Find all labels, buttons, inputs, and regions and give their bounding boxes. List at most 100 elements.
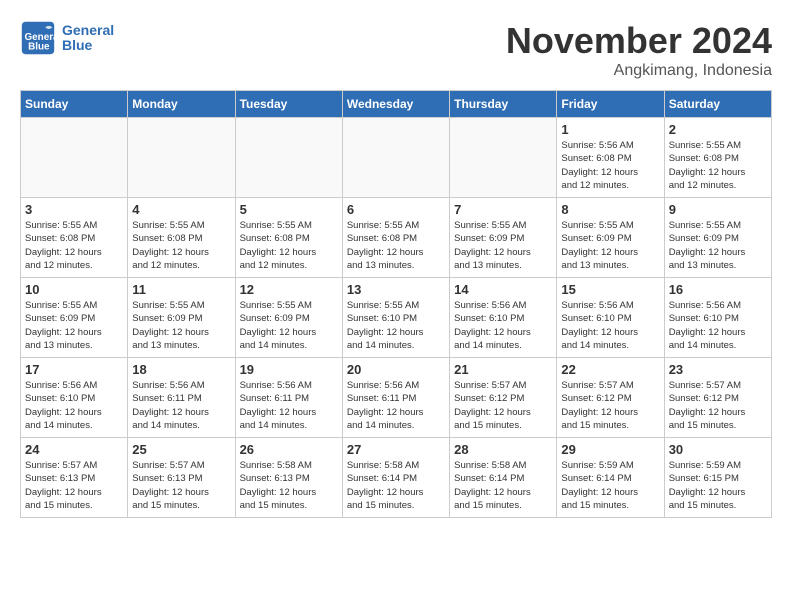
calendar-day-cell: 4Sunrise: 5:55 AM Sunset: 6:08 PM Daylig… [128,198,235,278]
day-info: Sunrise: 5:57 AM Sunset: 6:12 PM Dayligh… [669,379,767,432]
day-info: Sunrise: 5:56 AM Sunset: 6:10 PM Dayligh… [25,379,123,432]
day-number: 8 [561,202,659,217]
day-info: Sunrise: 5:55 AM Sunset: 6:08 PM Dayligh… [132,219,230,272]
day-info: Sunrise: 5:56 AM Sunset: 6:08 PM Dayligh… [561,139,659,192]
day-info: Sunrise: 5:55 AM Sunset: 6:09 PM Dayligh… [454,219,552,272]
calendar-day-header: Friday [557,91,664,118]
calendar-day-cell: 8Sunrise: 5:55 AM Sunset: 6:09 PM Daylig… [557,198,664,278]
calendar-day-cell: 17 Sunrise: 5:56 AM Sunset: 6:10 PM Dayli… [21,358,128,438]
day-info: Sunrise: 5:55 AM Sunset: 6:08 PM Dayligh… [25,219,123,272]
calendar-day-cell: 27 Sunrise: 5:58 AM Sunset: 6:14 PM Dayli… [342,438,449,518]
calendar-day-cell: 9 Sunrise: 5:55 AM Sunset: 6:09 PM Daylig… [664,198,771,278]
calendar-week-row: 1 Sunrise: 5:56 AM Sunset: 6:08 PM Daylig… [21,118,772,198]
calendar-day-header: Monday [128,91,235,118]
day-number: 19 [240,362,338,377]
logo: General Blue General Blue [20,20,114,56]
calendar-day-cell [235,118,342,198]
day-number: 18 [132,362,230,377]
calendar-day-cell: 19 Sunrise: 5:56 AM Sunset: 6:11 PM Dayli… [235,358,342,438]
calendar-day-cell: 16 Sunrise: 5:56 AM Sunset: 6:10 PM Dayli… [664,278,771,358]
day-info: Sunrise: 5:55 AM Sunset: 6:08 PM Dayligh… [240,219,338,272]
calendar-day-cell: 11 Sunrise: 5:55 AM Sunset: 6:09 PM Dayli… [128,278,235,358]
day-number: 13 [347,282,445,297]
calendar-week-row: 10Sunrise: 5:55 AM Sunset: 6:09 PM Dayli… [21,278,772,358]
day-info: Sunrise: 5:57 AM Sunset: 6:12 PM Dayligh… [561,379,659,432]
day-info: Sunrise: 5:56 AM Sunset: 6:10 PM Dayligh… [669,299,767,352]
logo-icon: General Blue [20,20,56,56]
day-number: 20 [347,362,445,377]
day-info: Sunrise: 5:56 AM Sunset: 6:11 PM Dayligh… [240,379,338,432]
location: Angkimang, Indonesia [506,62,772,80]
day-info: Sunrise: 5:57 AM Sunset: 6:13 PM Dayligh… [132,459,230,512]
day-info: Sunrise: 5:55 AM Sunset: 6:09 PM Dayligh… [132,299,230,352]
day-number: 11 [132,282,230,297]
day-info: Sunrise: 5:57 AM Sunset: 6:12 PM Dayligh… [454,379,552,432]
day-number: 16 [669,282,767,297]
day-info: Sunrise: 5:58 AM Sunset: 6:13 PM Dayligh… [240,459,338,512]
calendar-day-cell: 25 Sunrise: 5:57 AM Sunset: 6:13 PM Dayli… [128,438,235,518]
day-number: 21 [454,362,552,377]
day-number: 9 [669,202,767,217]
day-number: 3 [25,202,123,217]
day-info: Sunrise: 5:58 AM Sunset: 6:14 PM Dayligh… [347,459,445,512]
day-info: Sunrise: 5:59 AM Sunset: 6:14 PM Dayligh… [561,459,659,512]
calendar-day-cell [128,118,235,198]
calendar-day-header: Tuesday [235,91,342,118]
calendar-day-header: Wednesday [342,91,449,118]
calendar-week-row: 24Sunrise: 5:57 AM Sunset: 6:13 PM Dayli… [21,438,772,518]
calendar-day-cell: 10Sunrise: 5:55 AM Sunset: 6:09 PM Dayli… [21,278,128,358]
calendar-week-row: 3 Sunrise: 5:55 AM Sunset: 6:08 PM Daylig… [21,198,772,278]
calendar-day-cell: 24Sunrise: 5:57 AM Sunset: 6:13 PM Dayli… [21,438,128,518]
day-number: 6 [347,202,445,217]
day-number: 14 [454,282,552,297]
calendar-day-cell: 30Sunrise: 5:59 AM Sunset: 6:15 PM Dayli… [664,438,771,518]
day-number: 25 [132,442,230,457]
day-number: 26 [240,442,338,457]
title-block: November 2024 Angkimang, Indonesia [506,20,772,80]
calendar-header-row: SundayMondayTuesdayWednesdayThursdayFrid… [21,91,772,118]
calendar-day-cell: 15Sunrise: 5:56 AM Sunset: 6:10 PM Dayli… [557,278,664,358]
day-info: Sunrise: 5:59 AM Sunset: 6:15 PM Dayligh… [669,459,767,512]
calendar-day-cell: 13Sunrise: 5:55 AM Sunset: 6:10 PM Dayli… [342,278,449,358]
logo-text: General Blue [62,23,114,54]
calendar-week-row: 17 Sunrise: 5:56 AM Sunset: 6:10 PM Dayli… [21,358,772,438]
calendar-day-cell: 23 Sunrise: 5:57 AM Sunset: 6:12 PM Dayli… [664,358,771,438]
day-info: Sunrise: 5:55 AM Sunset: 6:09 PM Dayligh… [669,219,767,272]
month-title: November 2024 [506,20,772,62]
svg-text:Blue: Blue [28,42,50,53]
day-number: 29 [561,442,659,457]
page-header: General Blue General Blue November 2024 … [20,20,772,80]
day-info: Sunrise: 5:55 AM Sunset: 6:08 PM Dayligh… [347,219,445,272]
calendar-day-cell: 18 Sunrise: 5:56 AM Sunset: 6:11 PM Dayli… [128,358,235,438]
day-number: 17 [25,362,123,377]
calendar-day-cell: 6 Sunrise: 5:55 AM Sunset: 6:08 PM Daylig… [342,198,449,278]
calendar-day-cell: 7 Sunrise: 5:55 AM Sunset: 6:09 PM Daylig… [450,198,557,278]
calendar-day-cell: 26 Sunrise: 5:58 AM Sunset: 6:13 PM Dayli… [235,438,342,518]
calendar-day-header: Sunday [21,91,128,118]
day-number: 15 [561,282,659,297]
day-number: 12 [240,282,338,297]
calendar-day-cell: 20 Sunrise: 5:56 AM Sunset: 6:11 PM Dayli… [342,358,449,438]
calendar-day-header: Thursday [450,91,557,118]
calendar-day-cell [450,118,557,198]
calendar-day-header: Saturday [664,91,771,118]
day-number: 1 [561,122,659,137]
day-info: Sunrise: 5:56 AM Sunset: 6:11 PM Dayligh… [132,379,230,432]
day-number: 5 [240,202,338,217]
day-info: Sunrise: 5:56 AM Sunset: 6:11 PM Dayligh… [347,379,445,432]
calendar-day-cell: 2Sunrise: 5:55 AM Sunset: 6:08 PM Daylig… [664,118,771,198]
day-number: 27 [347,442,445,457]
calendar-day-cell: 22Sunrise: 5:57 AM Sunset: 6:12 PM Dayli… [557,358,664,438]
day-info: Sunrise: 5:55 AM Sunset: 6:09 PM Dayligh… [25,299,123,352]
calendar-day-cell: 5 Sunrise: 5:55 AM Sunset: 6:08 PM Daylig… [235,198,342,278]
calendar-day-cell: 1 Sunrise: 5:56 AM Sunset: 6:08 PM Daylig… [557,118,664,198]
calendar-day-cell: 21 Sunrise: 5:57 AM Sunset: 6:12 PM Dayli… [450,358,557,438]
calendar-day-cell: 29 Sunrise: 5:59 AM Sunset: 6:14 PM Dayli… [557,438,664,518]
day-info: Sunrise: 5:55 AM Sunset: 6:09 PM Dayligh… [240,299,338,352]
day-number: 23 [669,362,767,377]
day-number: 7 [454,202,552,217]
calendar-day-cell: 14 Sunrise: 5:56 AM Sunset: 6:10 PM Dayli… [450,278,557,358]
day-info: Sunrise: 5:55 AM Sunset: 6:08 PM Dayligh… [669,139,767,192]
day-info: Sunrise: 5:56 AM Sunset: 6:10 PM Dayligh… [454,299,552,352]
calendar-day-cell: 3 Sunrise: 5:55 AM Sunset: 6:08 PM Daylig… [21,198,128,278]
